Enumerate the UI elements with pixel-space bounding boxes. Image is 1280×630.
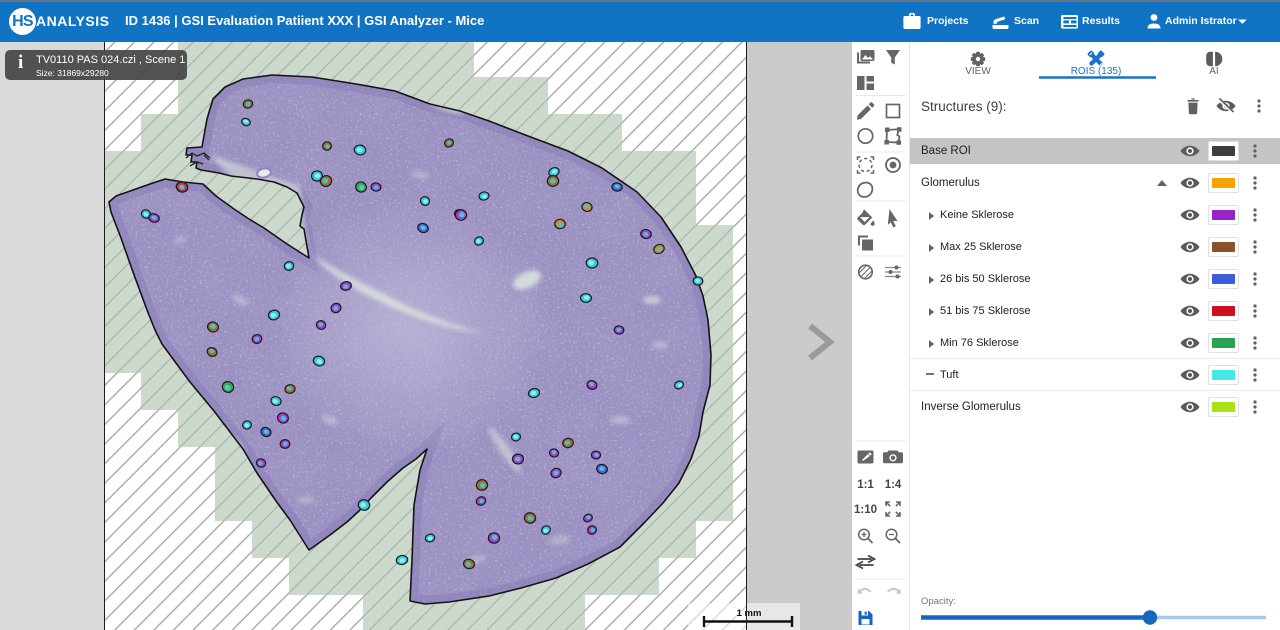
svg-text:1:1: 1:1 (857, 479, 874, 491)
svg-text:1 mm: 1 mm (737, 608, 762, 619)
svg-text:1:10: 1:10 (854, 504, 877, 516)
svg-text:1:4: 1:4 (885, 479, 902, 491)
